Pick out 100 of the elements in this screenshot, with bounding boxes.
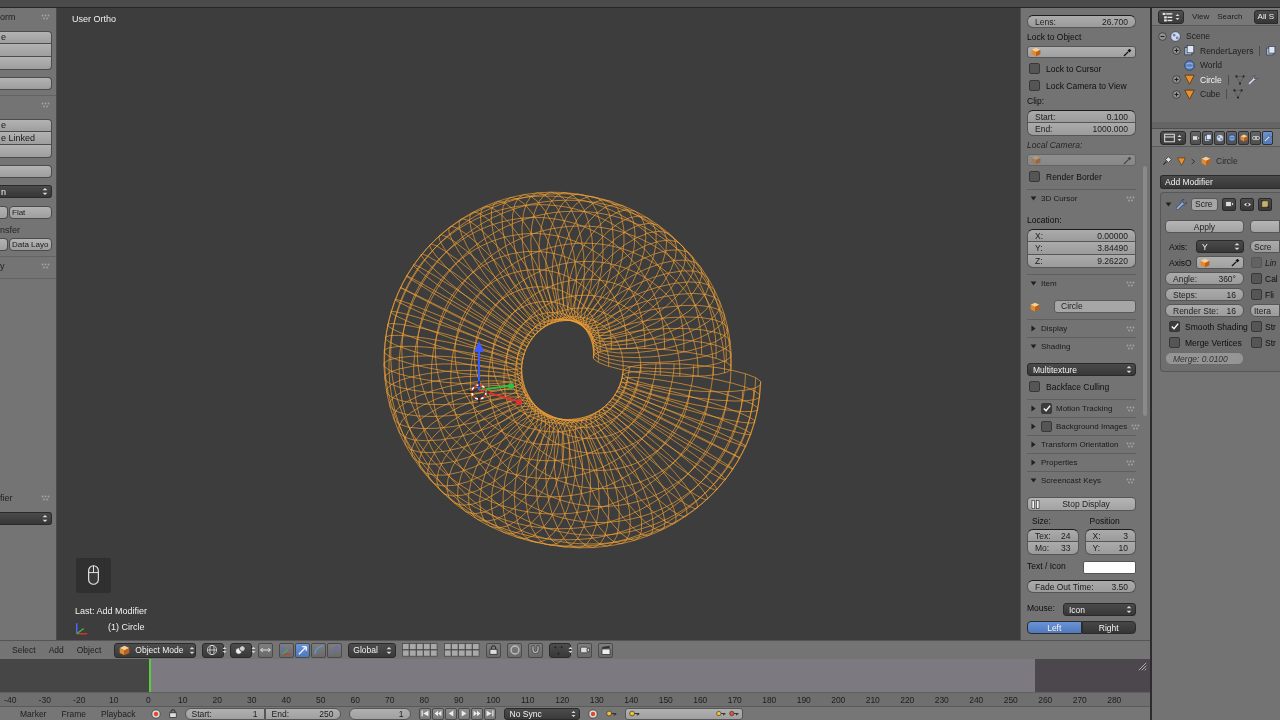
toggle-button[interactable] [1240,197,1254,211]
triangle-right-icon[interactable] [1030,441,1037,448]
triangle-down-icon[interactable] [1030,195,1037,202]
checkbox-label[interactable]: Merge Vertices [1185,337,1242,348]
toggle-button[interactable] [1258,197,1272,211]
menu-item[interactable]: Marker [20,708,47,719]
dropdown[interactable]: Icon [1062,603,1136,616]
record-icon[interactable] [150,708,161,719]
triangle-down-icon[interactable] [1030,280,1037,287]
checkbox-label[interactable]: Fli [1265,289,1274,300]
panel-title[interactable]: Background Images [1056,422,1128,431]
push-button[interactable]: Stop Display [1027,497,1136,511]
checkbox[interactable] [1169,337,1180,348]
menu-item[interactable]: View [1192,12,1210,21]
context-tab[interactable] [1226,130,1237,145]
dropdown[interactable]: n [0,185,52,198]
toggle-button[interactable] [577,642,593,658]
tool-button[interactable]: Data Layo [9,238,52,251]
toggle-button[interactable]: Right [1081,621,1136,634]
panel-title[interactable]: Item [1041,279,1057,288]
checkbox[interactable] [1169,321,1180,332]
checkbox-label[interactable]: Backface Culling [1046,381,1110,392]
toggle-button[interactable] [295,642,311,658]
toggle-button[interactable] [486,642,502,658]
triangle-down-icon[interactable] [1030,343,1037,350]
number-field[interactable]: Itera [1250,304,1280,317]
number-field[interactable]: Start: 0.100 [1027,110,1136,123]
checkbox-label[interactable]: Smooth Shading [1185,321,1248,332]
triangle-right-icon[interactable] [1030,325,1037,332]
record-icon[interactable] [587,708,598,719]
expand-toggle-icon[interactable] [1172,89,1181,99]
editor-type-button[interactable] [1158,9,1184,24]
number-field[interactable]: Mo: 33 [1027,542,1079,555]
dropdown[interactable]: Multitexture [1027,363,1136,376]
checkbox-label[interactable]: Cal [1265,273,1278,284]
number-field[interactable]: Steps: 16 [1165,288,1244,301]
checkbox-label[interactable]: Lock Camera to View [1046,80,1127,91]
number-field[interactable]: Lens: 26.700 [1027,15,1136,28]
checkbox[interactable] [1041,403,1052,414]
menu-item[interactable]: Playback [101,708,136,719]
number-field[interactable]: Angle: 360° [1165,272,1244,285]
pivot-dropdown[interactable] [230,642,253,658]
context-tab[interactable] [1262,130,1273,145]
checkbox-label[interactable]: Str [1265,337,1276,348]
panel-title[interactable]: Screencast Keys [1041,476,1102,485]
toggle-button[interactable] [507,642,523,658]
tree-item-label[interactable]: Circle [1200,74,1222,85]
tool-button[interactable] [0,57,52,70]
tool-button[interactable]: Flat [9,206,52,219]
triangle-right-icon[interactable] [1030,405,1037,412]
object-field[interactable] [1027,46,1136,58]
menu-item[interactable]: Search [1217,12,1243,21]
layer-grid-icon[interactable] [402,643,439,657]
toggle-button[interactable] [258,642,274,658]
push-button[interactable]: Apply [1165,220,1244,233]
sync-dropdown[interactable]: No Sync [503,707,580,720]
number-field[interactable]: Y: 10 [1084,542,1136,555]
dropdown[interactable]: Y [1196,240,1244,253]
number-field[interactable]: Fade Out Time: 3.50 [1027,580,1136,593]
expand-toggle-icon[interactable] [1172,46,1181,56]
checkbox-label[interactable]: Lock to Cursor [1046,63,1102,74]
checkbox[interactable] [1029,63,1040,74]
playback-button[interactable] [431,707,444,720]
panel-title[interactable]: y [0,261,5,271]
tool-button[interactable] [0,44,52,57]
context-tab[interactable] [1214,130,1225,145]
toggle-button[interactable] [528,642,544,658]
panel-title[interactable]: Display [1041,324,1068,333]
name-field[interactable]: Circle [1054,300,1136,313]
toggle-button[interactable] [598,642,614,658]
menu-item[interactable]: Object [76,645,102,655]
number-field[interactable]: Y: 3.84490 [1027,242,1136,255]
name-field[interactable]: Scre [1191,197,1218,211]
color-swatch[interactable] [1083,561,1136,574]
menu-item[interactable]: Frame [61,708,86,719]
panel-title[interactable]: 3D Cursor [1041,194,1078,203]
number-field[interactable]: Z: 9.26220 [1027,255,1136,268]
tool-button[interactable]: e [0,119,52,132]
lock-icon[interactable] [168,709,177,718]
panel-title[interactable]: Motion Tracking [1056,404,1113,413]
frame-field[interactable]: 1 [348,707,411,720]
tool-button[interactable] [0,206,8,219]
playback-button[interactable] [444,707,457,720]
dropdown[interactable]: Add Modifier [1160,175,1280,189]
number-field[interactable]: Tex: 24 [1027,529,1079,542]
tree-item-label[interactable]: Scene [1186,31,1211,42]
number-field[interactable]: X: 0.00000 [1027,229,1136,242]
keying-set-field[interactable] [624,707,743,720]
toggle-button[interactable] [279,642,295,658]
triangle-down-icon[interactable] [1165,200,1172,208]
number-field[interactable]: End: 250 [264,707,341,720]
playback-button[interactable] [470,707,483,720]
playback-button[interactable] [457,707,470,720]
orientation-dropdown[interactable]: Global [348,642,397,658]
panel-title[interactable]: Properties [1041,458,1078,467]
mode-dropdown[interactable]: Object Mode [114,642,197,658]
menu-item[interactable]: Add [48,645,64,655]
panel-title[interactable]: Shading [1041,342,1071,351]
checkbox[interactable] [1251,321,1262,332]
push-button[interactable] [1250,220,1280,233]
